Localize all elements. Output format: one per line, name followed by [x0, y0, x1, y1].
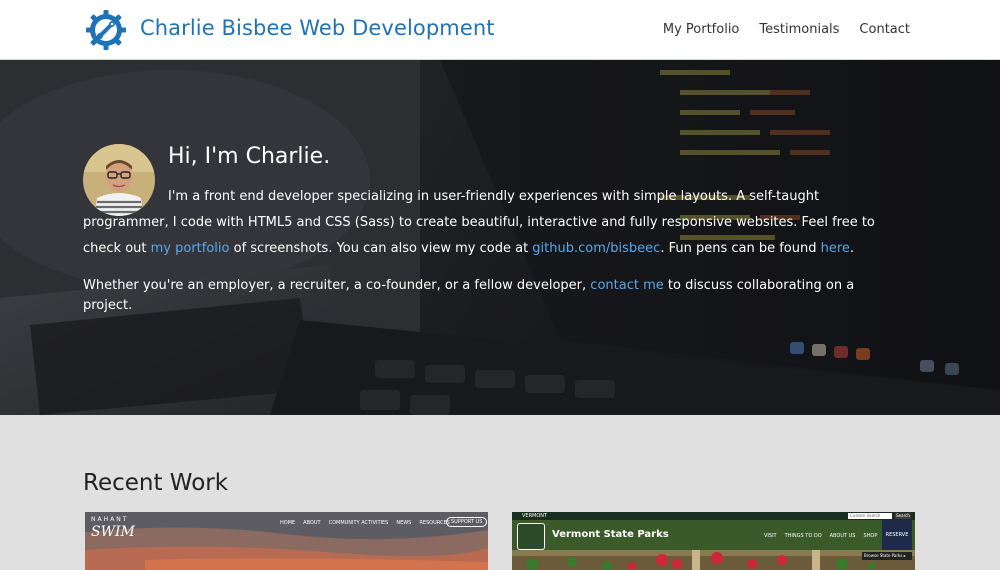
vermont-flowers-image	[512, 550, 915, 570]
vermont-nav-things-to-do: THINGS TO DO	[784, 533, 822, 539]
vermont-browse-dropdown: Browse State Parks ▸	[862, 552, 912, 560]
nav-my-portfolio[interactable]: My Portfolio	[663, 22, 740, 37]
vermont-logo-icon	[517, 523, 545, 550]
hero-collab-paragraph: Whether you're an employer, a recruiter,…	[83, 278, 855, 313]
nahant-swim-logo: SWIM	[91, 524, 135, 540]
recent-work-heading: Recent Work	[83, 470, 229, 496]
hero-section: Hi, I'm Charlie. I'm a front end develop…	[0, 60, 1000, 415]
vermont-nav-about-us: ABOUT US	[829, 533, 856, 539]
brand-title[interactable]: Charlie Bisbee Web Development	[140, 16, 495, 40]
nahant-nav-about: ABOUT	[303, 520, 321, 526]
github-link[interactable]: github.com/bisbeec	[532, 241, 660, 256]
pens-link[interactable]: here	[821, 241, 850, 256]
site-header: Charlie Bisbee Web Development My Portfo…	[0, 0, 1000, 60]
nahant-nav-news: NEWS	[396, 520, 412, 526]
vermont-nav: VISIT THINGS TO DO ABOUT US SHOP	[764, 533, 877, 539]
portfolio-card-nahant[interactable]: NAHANT SWIM HOME ABOUT COMMUNITY ACTIVIT…	[85, 512, 488, 570]
vermont-nav-visit: VISIT	[764, 533, 777, 539]
nahant-nav-community: COMMUNITY ACTIVITIES	[328, 520, 389, 526]
vermont-reserve-button: RESERVE	[882, 520, 912, 550]
vermont-search-button: Search	[895, 513, 911, 519]
hero-greeting: Hi, I'm Charlie.	[168, 144, 331, 169]
nahant-nav-home: HOME	[280, 520, 296, 526]
main-nav: My Portfolio Testimonials Contact	[663, 22, 910, 37]
nahant-support-button: SUPPORT US	[446, 517, 488, 527]
vermont-title: Vermont State Parks	[552, 529, 669, 540]
gear-wrench-logo-icon[interactable]	[84, 8, 128, 52]
contact-me-link[interactable]: contact me	[590, 278, 663, 293]
vermont-top-label: VERMONT	[522, 513, 548, 519]
hero-intro-paragraph: I'm a front end developer specializing i…	[83, 189, 875, 256]
vermont-search-input: Custom Search	[848, 513, 892, 519]
nav-contact[interactable]: Contact	[859, 22, 910, 37]
portfolio-card-vermont[interactable]: VERMONT Custom Search Search Vermont Sta…	[512, 512, 915, 570]
nahant-site-name: NAHANT	[91, 516, 129, 523]
portfolio-link[interactable]: my portfolio	[151, 241, 230, 256]
vermont-nav-shop: SHOP	[863, 533, 878, 539]
nav-testimonials[interactable]: Testimonials	[759, 22, 839, 37]
nahant-nav: HOME ABOUT COMMUNITY ACTIVITIES NEWS RES…	[280, 520, 450, 526]
